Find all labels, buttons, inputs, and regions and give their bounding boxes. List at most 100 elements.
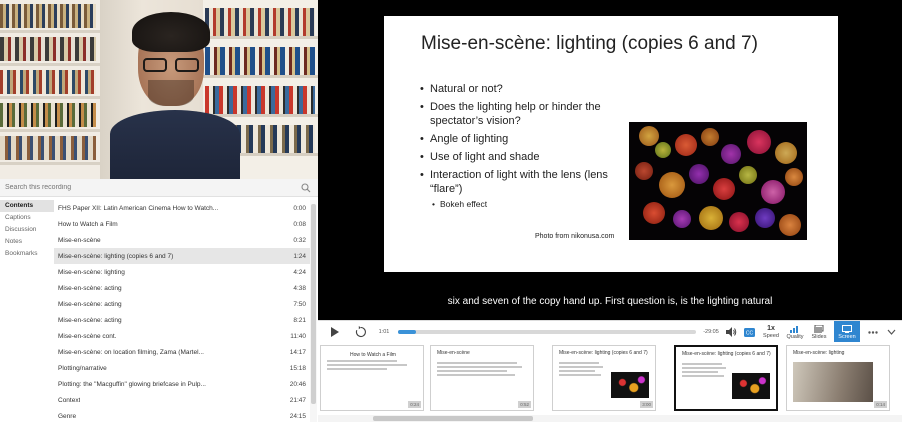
- item-time: 4:38: [293, 284, 306, 292]
- list-item[interactable]: Mise-en-scène: on location filming, Zama…: [54, 344, 310, 360]
- collapse-button[interactable]: [884, 321, 898, 343]
- item-title: Mise-en-scène: lighting: [58, 268, 125, 276]
- nav-discussion[interactable]: Discussion: [0, 224, 54, 236]
- thumbnail-image: [793, 362, 873, 402]
- quality-icon: [790, 325, 798, 333]
- item-time: 15:18: [289, 364, 306, 372]
- presenter-beard: [148, 80, 194, 106]
- thumbnail-duration: 0:52: [518, 401, 531, 408]
- thumbnail-duration: 0:24: [408, 401, 421, 408]
- elapsed-time: 1:01: [378, 329, 390, 335]
- presenter-video: [0, 0, 318, 179]
- player: Mise-en-scène: lighting (copies 6 and 7)…: [318, 0, 902, 422]
- nav-bookmarks[interactable]: Bookmarks: [0, 248, 54, 260]
- glasses: [143, 58, 199, 73]
- list-item[interactable]: Context 21:47: [54, 392, 310, 408]
- thumbnail-duration: 3:00: [640, 401, 653, 408]
- list-scrollbar[interactable]: [310, 200, 317, 422]
- search-icon[interactable]: [301, 183, 311, 193]
- list-item[interactable]: FHS Paper XII: Latin American Cinema How…: [54, 200, 310, 216]
- item-title: Mise-en-scène: on location filming, Zama…: [58, 348, 204, 356]
- contents-list: FHS Paper XII: Latin American Cinema How…: [54, 200, 310, 422]
- screen-button[interactable]: Screen: [834, 321, 860, 343]
- slide-bullets: Natural or not? Does the lighting help o…: [420, 82, 630, 209]
- list-item[interactable]: Mise-en-scène cont. 11:40: [54, 328, 310, 344]
- nav-notes[interactable]: Notes: [0, 236, 54, 248]
- item-title: Context: [58, 396, 81, 404]
- thumbnail-image: [611, 372, 649, 398]
- slide-bullet: Natural or not?: [420, 82, 630, 96]
- slide-bullet: Does the lighting help or hinder the spe…: [420, 100, 630, 128]
- rewind-icon: [355, 326, 366, 337]
- item-time: 7:50: [293, 300, 306, 308]
- item-time: 21:47: [289, 396, 306, 404]
- rewind-10-button[interactable]: [352, 321, 370, 343]
- list-item[interactable]: Mise-en-scène: lighting 4:24: [54, 264, 310, 280]
- item-title: Mise-en-scène: acting: [58, 316, 122, 324]
- list-scrollbar-thumb[interactable]: [311, 204, 316, 404]
- thumbnail-title: Mise-en-scène: lighting (copies 6 and 7): [682, 351, 771, 357]
- slide-bullet: Use of light and shade: [420, 150, 630, 164]
- slide-bullet: Angle of lighting: [420, 132, 630, 146]
- item-time: 0:08: [293, 220, 306, 228]
- thumbnail-title: Mise-en-scène: [437, 350, 470, 356]
- speed-value: 1x: [767, 325, 775, 332]
- item-time: 0:00: [293, 204, 306, 212]
- item-title: How to Watch a Film: [58, 220, 118, 228]
- nav-captions[interactable]: Captions: [0, 212, 54, 224]
- list-item[interactable]: Mise-en-scène 0:32: [54, 232, 310, 248]
- slide-thumbnail[interactable]: Mise-en-scène: lighting 0:14: [786, 345, 890, 411]
- list-item[interactable]: Mise-en-scène: acting 7:50: [54, 296, 310, 312]
- play-button[interactable]: [326, 321, 342, 343]
- slide-thumbnail[interactable]: Mise-en-scène: lighting (copies 6 and 7)…: [552, 345, 656, 411]
- list-item[interactable]: Mise-en-scène: acting 8:21: [54, 312, 310, 328]
- quality-button[interactable]: Quality: [784, 321, 806, 343]
- progress-bar[interactable]: [398, 330, 696, 334]
- svg-text:CC: CC: [745, 330, 753, 336]
- slide-sub-bullet: Bokeh effect: [420, 199, 630, 209]
- books: [0, 103, 96, 127]
- books: [0, 70, 96, 94]
- list-item[interactable]: Genre 24:15: [54, 408, 310, 422]
- volume-button[interactable]: [724, 321, 738, 343]
- slide-thumbnail[interactable]: How to Watch a Film 0:24: [320, 345, 424, 411]
- more-button[interactable]: [866, 321, 880, 343]
- list-item[interactable]: How to Watch a Film 0:08: [54, 216, 310, 232]
- list-item[interactable]: Plotting/narrative 15:18: [54, 360, 310, 376]
- speed-button[interactable]: 1x Speed: [760, 321, 782, 343]
- thumbnail-title: How to Watch a Film: [350, 352, 396, 358]
- slides-icon: [814, 324, 824, 333]
- item-time: 1:24: [293, 252, 306, 260]
- more-icon: [868, 330, 878, 334]
- slides-button[interactable]: Slides: [808, 321, 830, 343]
- slide-thumbnails: How to Watch a Film 0:24 Mise-en-scène 0…: [318, 342, 902, 422]
- thumbnail-image: [732, 373, 770, 399]
- thumbnail-title: Mise-en-scène: lighting (copies 6 and 7): [559, 350, 648, 356]
- cc-icon: CC: [743, 327, 755, 337]
- presenter-hair: [132, 12, 210, 52]
- slide-bullet: Interaction of light with the lens (lens…: [420, 168, 630, 196]
- slide-thumbnail[interactable]: Mise-en-scène 0:52: [430, 345, 534, 411]
- photo-credit: Photo from nikonusa.com: [535, 233, 615, 240]
- search-input[interactable]: [5, 184, 295, 191]
- item-time: 0:32: [293, 236, 306, 244]
- screen-label: Screen: [838, 333, 856, 340]
- list-item[interactable]: Plotting: the "Macguffin" glowing briefc…: [54, 376, 310, 392]
- item-time: 11:40: [290, 332, 306, 340]
- thumbnail-duration: 0:14: [874, 401, 887, 408]
- list-item[interactable]: Mise-en-scène: acting 4:38: [54, 280, 310, 296]
- thumbnail-title: Mise-en-scène: lighting: [793, 350, 845, 356]
- list-item-selected[interactable]: Mise-en-scène: lighting (copies 6 and 7)…: [54, 248, 310, 264]
- play-icon: [330, 327, 339, 337]
- thumbnail-scrollbar[interactable]: [318, 415, 902, 422]
- captions-button[interactable]: CC: [742, 321, 756, 343]
- presenter-torso: [110, 110, 240, 179]
- item-time: 8:21: [293, 316, 306, 324]
- left-panel: Contents Captions Discussion Notes Bookm…: [0, 0, 318, 422]
- thumbnail-scrollbar-thumb[interactable]: [373, 416, 533, 421]
- closed-caption: six and seven of the copy hand up. First…: [447, 296, 773, 307]
- item-title: Plotting/narrative: [58, 364, 107, 372]
- search-bar: [0, 179, 318, 197]
- nav-contents[interactable]: Contents: [0, 200, 54, 212]
- slide-thumbnail-active[interactable]: Mise-en-scène: lighting (copies 6 and 7): [674, 345, 778, 411]
